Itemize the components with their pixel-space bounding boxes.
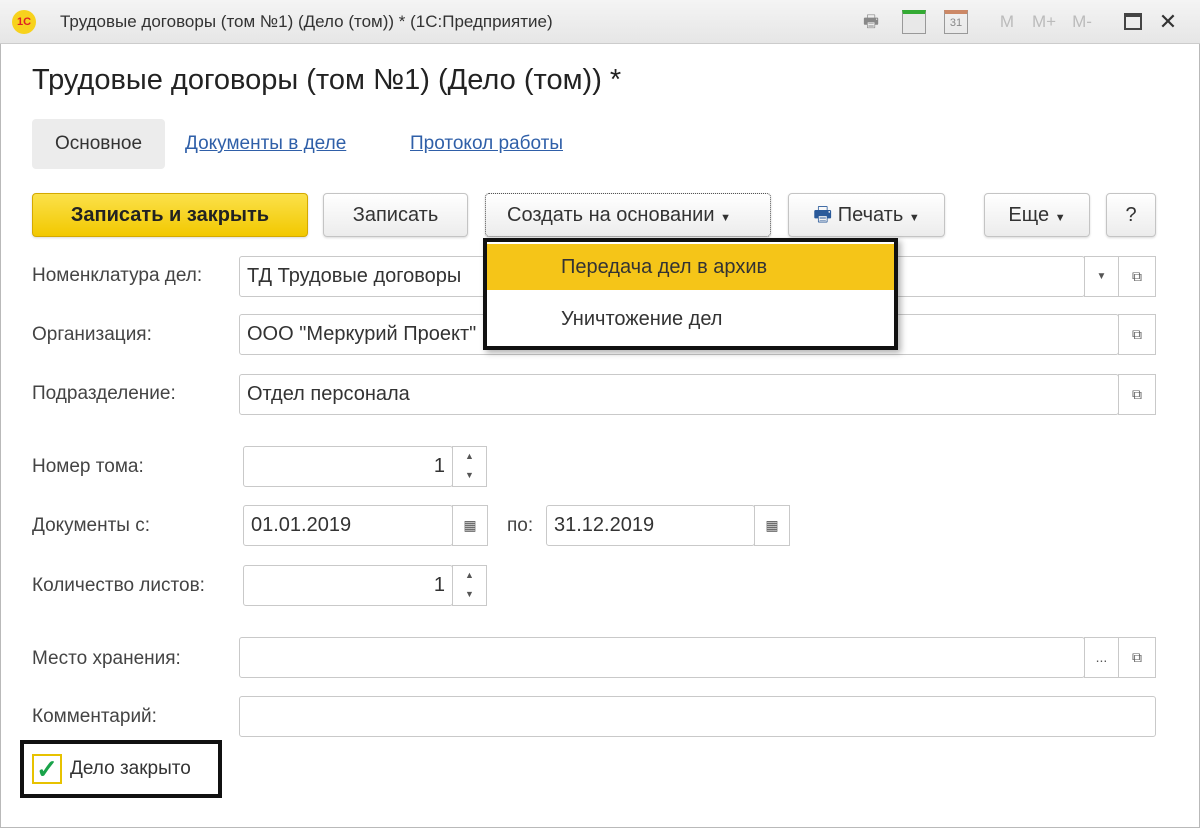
tab-protocol[interactable]: Протокол работы (410, 119, 563, 169)
title-bar: 1С Трудовые договоры (том №1) (Дело (том… (0, 0, 1200, 44)
more-button[interactable]: Еще ▼ (984, 193, 1090, 237)
sheets-input[interactable]: 1 (243, 565, 453, 606)
department-label: Подразделение: (32, 383, 176, 404)
create-based-on-button[interactable]: Создать на основании ▼ (485, 193, 771, 237)
memory-plus-button[interactable]: M+ (1028, 10, 1060, 34)
volume-spinner[interactable]: ▲ ▼ (452, 446, 487, 487)
chevron-down-icon: ▼ (1054, 212, 1066, 224)
chevron-down-icon: ▼ (720, 212, 731, 224)
docs-to-label: по: (507, 515, 534, 536)
close-button[interactable]: ✕ (1156, 10, 1180, 34)
storage-label: Место хранения: (32, 648, 181, 669)
window-title: Трудовые договоры (том №1) (Дело (том)) … (60, 12, 553, 31)
volume-label: Номер тома: (32, 456, 144, 477)
department-input[interactable]: Отдел персонала (239, 374, 1119, 415)
menu-item-destruction[interactable]: Уничтожение дел (487, 296, 894, 342)
maximize-button[interactable] (1124, 13, 1142, 30)
printer-icon: 🖶 (813, 204, 833, 226)
tab-documents[interactable]: Документы в деле (185, 119, 346, 169)
select-button[interactable]: ... (1084, 637, 1119, 678)
sheets-spinner[interactable]: ▲ ▼ (452, 565, 487, 606)
calculator-icon[interactable] (902, 10, 926, 34)
open-icon[interactable]: ⧉ (1118, 314, 1156, 355)
organization-label: Организация: (32, 324, 152, 345)
chevron-down-icon: ▼ (908, 212, 920, 224)
storage-input[interactable] (239, 637, 1085, 678)
create-based-on-menu: Передача дел в архив Уничтожение дел (483, 238, 898, 350)
save-and-close-button[interactable]: Записать и закрыть (32, 193, 308, 237)
page-title: Трудовые договоры (том №1) (Дело (том)) … (32, 64, 622, 96)
print-button[interactable]: 🖶 Печать ▼ (788, 193, 945, 237)
docs-from-label: Документы с: (32, 515, 150, 536)
help-button[interactable]: ? (1106, 193, 1156, 237)
print-label: Печать (837, 204, 904, 226)
volume-input[interactable]: 1 (243, 446, 453, 487)
calendar-icon[interactable]: 31 (944, 10, 968, 34)
calendar-icon[interactable]: ▦ (754, 505, 790, 546)
comment-label: Комментарий: (32, 706, 157, 727)
memory-minus-button[interactable]: M- (1066, 10, 1098, 34)
docs-to-input[interactable]: 31.12.2019 (546, 505, 755, 546)
more-label: Еще (1008, 204, 1050, 226)
calendar-icon[interactable]: ▦ (452, 505, 488, 546)
sheets-label: Количество листов: (32, 575, 205, 596)
highlight-frame (20, 740, 222, 798)
memory-m-button[interactable]: M (996, 10, 1018, 34)
open-icon[interactable]: ⧉ (1118, 374, 1156, 415)
docs-from-input[interactable]: 01.01.2019 (243, 505, 453, 546)
dropdown-button[interactable]: ▼ (1084, 256, 1119, 297)
open-icon[interactable]: ⧉ (1118, 637, 1156, 678)
menu-item-archive-transfer[interactable]: Передача дел в архив (487, 244, 894, 290)
comment-input[interactable] (239, 696, 1156, 737)
print-preview-icon[interactable]: 🖶 (858, 10, 884, 34)
nomenclature-label: Номенклатура дел: (32, 265, 203, 286)
tab-main[interactable]: Основное (32, 119, 165, 169)
open-icon[interactable]: ⧉ (1118, 256, 1156, 297)
create-based-label: Создать на основании (507, 204, 715, 226)
app-logo: 1С (12, 10, 36, 34)
save-button[interactable]: Записать (323, 193, 468, 237)
